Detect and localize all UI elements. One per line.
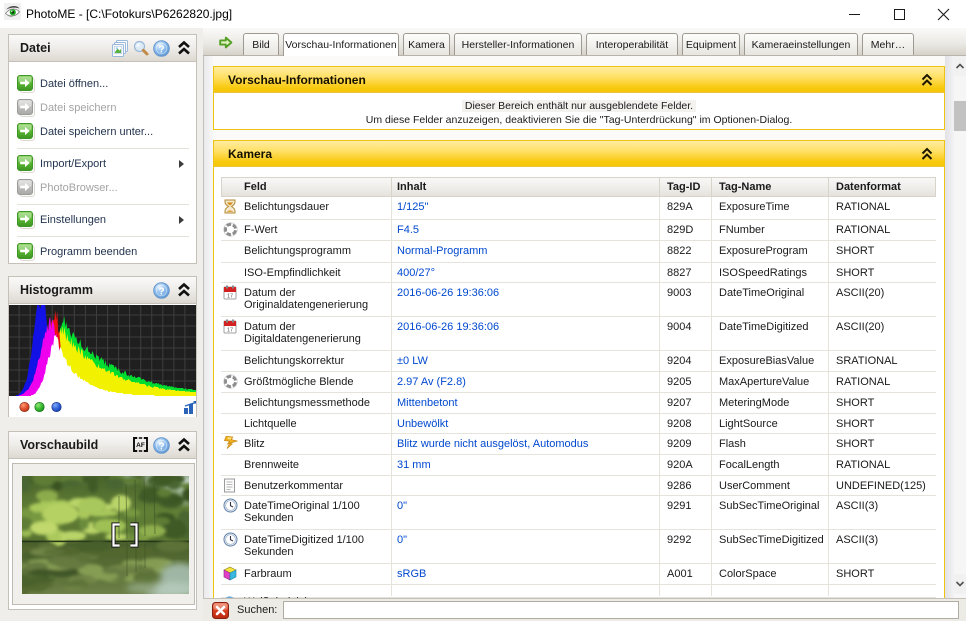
svg-text:AF: AF bbox=[136, 442, 145, 449]
svg-text:17: 17 bbox=[227, 328, 233, 334]
svg-text:17: 17 bbox=[227, 294, 233, 300]
svg-text:?: ? bbox=[158, 286, 164, 297]
svg-text:?: ? bbox=[158, 441, 164, 452]
svg-text:?: ? bbox=[158, 44, 164, 55]
